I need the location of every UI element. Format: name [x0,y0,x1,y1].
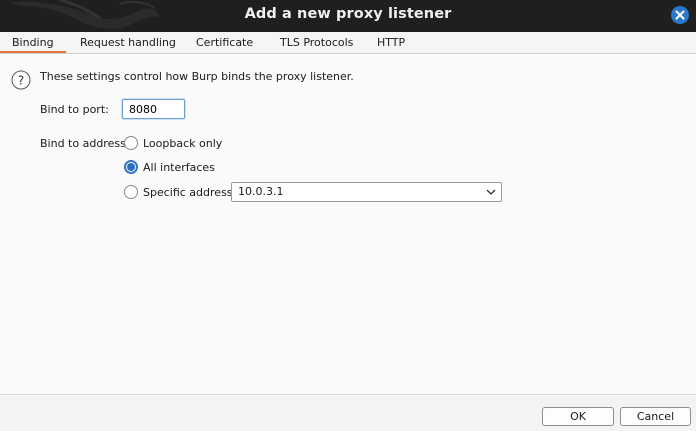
close-window-button[interactable] [671,6,689,24]
bind-port-label: Bind to port: [40,103,109,116]
tab-binding[interactable]: Binding [0,32,66,53]
help-icon[interactable]: ? [11,70,31,90]
specific-address-select[interactable]: 10.0.3.1 [231,182,502,202]
tab-tls-protocols[interactable]: TLS Protocols [280,32,353,53]
chevron-down-icon [486,189,496,195]
cancel-button[interactable]: Cancel [620,407,691,426]
title-bar[interactable]: Add a new proxy listener [0,0,696,32]
dialog-footer: OK Cancel [0,396,696,431]
all-interfaces-radio[interactable] [124,160,138,174]
specific-address-label[interactable]: Specific address: [143,186,236,199]
tab-certificate[interactable]: Certificate [196,32,253,53]
loopback-only-label[interactable]: Loopback only [143,137,222,150]
all-interfaces-label[interactable]: All interfaces [143,161,215,174]
tab-bar: Binding Request handling Certificate TLS… [0,32,696,54]
tab-http[interactable]: HTTP [377,32,405,53]
window-title: Add a new proxy listener [244,6,452,22]
specific-address-radio[interactable] [124,185,138,199]
svg-text:?: ? [18,74,24,88]
close-icon [675,10,685,20]
ok-button[interactable]: OK [542,407,614,426]
tab-request-handling[interactable]: Request handling [80,32,176,53]
bind-address-label: Bind to address: [40,137,130,150]
binding-panel: ? These settings control how Burp binds … [0,55,696,395]
loopback-only-radio[interactable] [124,136,138,150]
bind-port-input[interactable] [122,99,185,119]
help-text: These settings control how Burp binds th… [40,70,354,83]
specific-address-value: 10.0.3.1 [238,185,284,198]
